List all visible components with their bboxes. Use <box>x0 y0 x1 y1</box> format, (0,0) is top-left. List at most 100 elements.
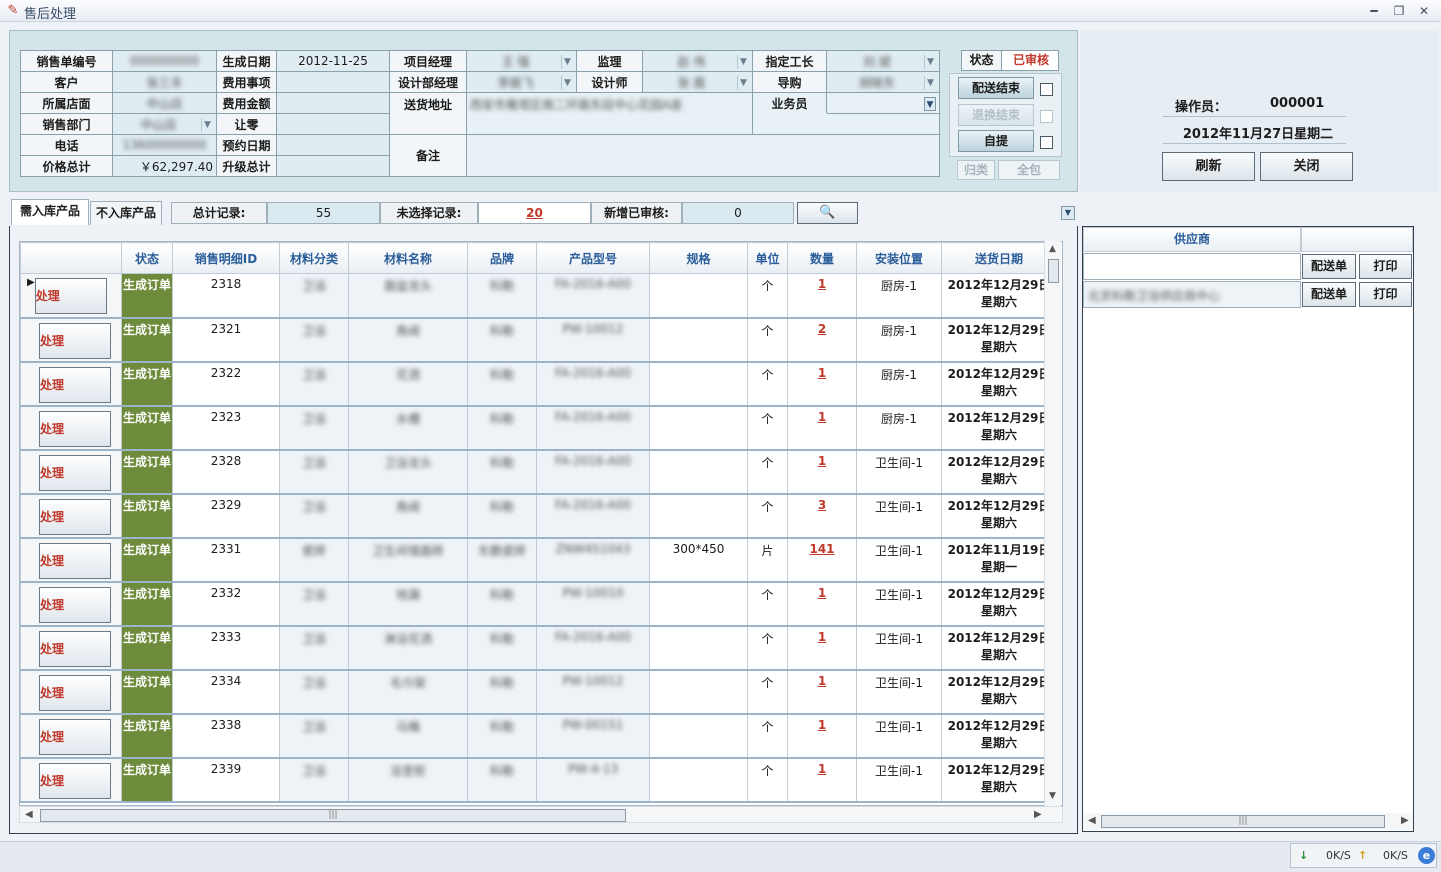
process-cell[interactable]: ▶处理 <box>20 273 122 319</box>
quantity-link[interactable]: 1 <box>787 713 857 759</box>
refresh-button[interactable]: 刷新 <box>1162 152 1255 181</box>
booking-date-field[interactable] <box>276 134 390 156</box>
search-button[interactable]: 🔍 <box>797 202 858 224</box>
process-button[interactable]: 处理 <box>39 410 111 447</box>
supervisor-select[interactable]: ▼ 赵 伟 <box>642 50 753 72</box>
print-button[interactable]: 打印 <box>1359 254 1412 279</box>
salesman-select[interactable]: ▼ <box>826 92 940 114</box>
phone-field[interactable]: 13600000000 <box>112 134 217 156</box>
supplier-horizontal-scrollbar[interactable]: ◀ ||| ▶ <box>1083 813 1413 830</box>
delivery-note-button[interactable]: 配送单 <box>1302 282 1356 307</box>
process-cell[interactable]: 处理 <box>20 757 122 803</box>
table-row[interactable]: 处理 生成订单 2328 卫浴 卫浴龙头 科勒 FA-2016-A00 个 1 卫生间-1 2012… <box>20 449 1057 495</box>
process-cell[interactable]: 处理 <box>20 537 122 583</box>
process-cell[interactable]: 处理 <box>20 625 122 671</box>
column-header[interactable] <box>20 242 122 274</box>
quantity-link[interactable]: 1 <box>787 625 857 671</box>
table-row[interactable]: 处理 生成订单 2331 瓷砖 卫生间墙面砖 东鹏瓷砖 ZNW451043 300*450 片 1… <box>20 537 1057 583</box>
quantity-link[interactable]: 1 <box>787 449 857 495</box>
column-header[interactable]: 单位 <box>747 242 788 274</box>
delivery-address-field[interactable]: 西安市雁塔区南二环路东段中心花园A座 <box>466 92 753 135</box>
quantity-link[interactable]: 1 <box>787 361 857 407</box>
column-header[interactable]: 销售明细ID <box>172 242 280 274</box>
process-button[interactable]: 处理 <box>39 586 111 623</box>
table-row[interactable]: ▶处理 生成订单 2318 卫浴 面盆龙头 科勒 FA-2016-A00 个 1 厨房-1 2012… <box>20 273 1057 319</box>
process-button[interactable]: 处理 <box>39 630 111 667</box>
print-button[interactable]: 打印 <box>1359 282 1412 307</box>
scroll-right-icon[interactable]: ▶ <box>1034 809 1042 820</box>
quantity-link[interactable]: 1 <box>787 581 857 627</box>
column-header[interactable]: 产品型号 <box>536 242 650 274</box>
column-header[interactable]: 规格 <box>649 242 748 274</box>
scroll-right-icon[interactable]: ▶ <box>1401 815 1409 826</box>
column-header[interactable]: 安装位置 <box>856 242 942 274</box>
quantity-link[interactable]: 1 <box>787 405 857 451</box>
delivery-done-checkbox[interactable] <box>1040 83 1053 96</box>
grid-horizontal-scrollbar[interactable]: ◀ ||| ▶ <box>19 806 1063 823</box>
close-button[interactable]: 关闭 <box>1260 152 1353 181</box>
delivery-note-button[interactable]: 配送单 <box>1302 254 1356 279</box>
self-pickup-checkbox[interactable] <box>1040 136 1053 149</box>
quantity-link[interactable]: 141 <box>787 537 857 583</box>
quantity-link[interactable]: 3 <box>787 493 857 539</box>
delivery-done-button[interactable]: 配送结束 <box>958 77 1034 99</box>
created-date-field[interactable]: 2012-11-25 <box>276 50 390 72</box>
process-cell[interactable]: 处理 <box>20 581 122 627</box>
remark-field[interactable] <box>466 134 940 177</box>
return-done-button[interactable]: 退换结束 <box>958 104 1034 126</box>
table-row[interactable]: 处理 生成订单 2323 卫浴 水槽 科勒 FA-2016-A00 个 1 厨房-1 2012年12… <box>20 405 1057 451</box>
scroll-thumb[interactable]: ||| <box>40 809 626 822</box>
column-header[interactable]: 送货日期 <box>941 242 1057 274</box>
process-button[interactable]: 处理 <box>39 674 111 711</box>
project-manager-select[interactable]: ▼ 王 强 <box>466 50 577 72</box>
table-row[interactable]: 处理 生成订单 2321 卫浴 角阀 科勒 PW-10012 个 2 厨房-1 2012年12月29… <box>20 317 1057 363</box>
scroll-up-icon[interactable]: ▲ <box>1049 244 1056 254</box>
table-row[interactable]: 处理 生成订单 2322 卫浴 花洒 科勒 FA-2016-A00 个 1 厨房-1 2012年12… <box>20 361 1057 407</box>
store-field[interactable]: 中山店 <box>112 92 217 114</box>
process-cell[interactable]: 处理 <box>20 669 122 715</box>
quantity-link[interactable]: 1 <box>787 273 857 319</box>
supplier-name-cell[interactable] <box>1083 253 1301 280</box>
tab-non-stock-products[interactable]: 不入库产品 <box>90 201 162 225</box>
supplier-name-cell[interactable]: 北京科勒卫浴供应商中心 <box>1083 281 1301 308</box>
process-button[interactable]: 处理 <box>39 498 111 535</box>
window-close-button[interactable]: ✕ <box>1414 2 1434 20</box>
restore-button[interactable]: ❐ <box>1389 2 1409 20</box>
scroll-down-icon[interactable]: ▼ <box>1049 791 1056 801</box>
scroll-left-icon[interactable]: ◀ <box>25 809 33 820</box>
quantity-link[interactable]: 2 <box>787 317 857 363</box>
process-cell[interactable]: 处理 <box>20 361 122 407</box>
quantity-link[interactable]: 1 <box>787 757 857 803</box>
process-cell[interactable]: 处理 <box>20 493 122 539</box>
process-cell[interactable]: 处理 <box>20 405 122 451</box>
categorize-button[interactable]: 归类 <box>957 160 995 180</box>
design-manager-select[interactable]: ▼ 李振飞 <box>466 71 577 93</box>
dept-select[interactable]: ▼ 中山店 <box>112 113 217 135</box>
process-button[interactable]: 处理 <box>39 322 111 359</box>
fee-amount-field[interactable] <box>276 92 390 114</box>
table-row[interactable]: 处理 生成订单 2338 卫浴 马桶 科勒 PW-00151 个 1 卫生间-1 2012年12月2… <box>20 713 1057 759</box>
process-button[interactable]: 处理 <box>39 718 111 755</box>
return-done-checkbox[interactable] <box>1040 110 1053 123</box>
discount-field[interactable] <box>276 113 390 135</box>
self-pickup-button[interactable]: 自提 <box>958 130 1034 152</box>
guide-select[interactable]: ▼ 胡晓东 <box>826 71 940 93</box>
process-cell[interactable]: 处理 <box>20 713 122 759</box>
table-row[interactable]: 处理 生成订单 2332 卫浴 地漏 科勒 PW-10010 个 1 卫生间-1 2012年12月2… <box>20 581 1057 627</box>
column-header[interactable]: 材料名称 <box>348 242 468 274</box>
unselected-records-value[interactable]: 20 <box>478 202 591 224</box>
table-row[interactable]: 处理 生成订单 2334 卫浴 毛巾架 科勒 PW-10012 个 1 卫生间-1 2012年12月… <box>20 669 1057 715</box>
process-cell[interactable]: 处理 <box>20 449 122 495</box>
table-row[interactable]: 处理 生成订单 2329 卫浴 角阀 科勒 FA-2016-A00 个 3 卫生间-1 2012年1… <box>20 493 1057 539</box>
grid-vertical-scrollbar[interactable]: ▲ ▼ <box>1044 241 1061 806</box>
process-button[interactable]: 处理 <box>34 278 107 314</box>
tab-stock-products[interactable]: 需入库产品 <box>11 199 89 225</box>
table-row[interactable]: 处理 生成订单 2333 卫浴 淋浴花洒 科勒 FA-2016-A00 个 1 卫生间-1 2012… <box>20 625 1057 671</box>
scroll-left-icon[interactable]: ◀ <box>1088 815 1096 826</box>
customer-field[interactable]: 张三丰 <box>112 71 217 93</box>
process-button[interactable]: 处理 <box>39 542 111 579</box>
column-header[interactable]: 材料分类 <box>279 242 349 274</box>
assigned-foreman-select[interactable]: ▼ 刘 斌 <box>826 50 940 72</box>
process-button[interactable]: 处理 <box>39 762 111 799</box>
process-button[interactable]: 处理 <box>39 366 111 403</box>
